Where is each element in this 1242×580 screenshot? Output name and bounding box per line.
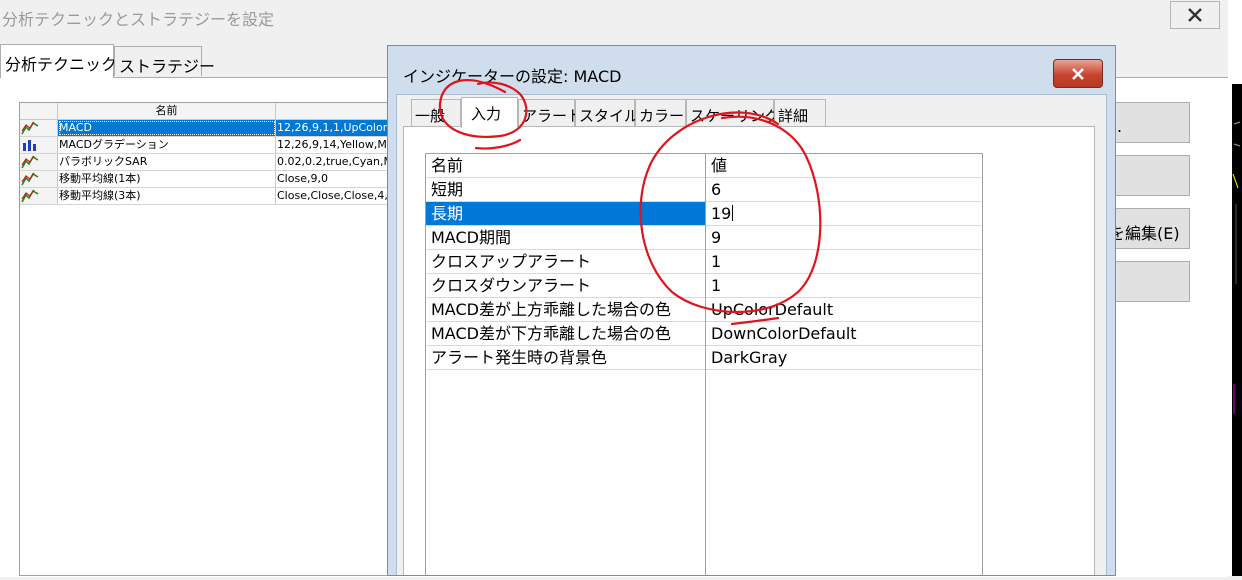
tab-analysis-technique[interactable]: 分析テクニック <box>0 44 117 78</box>
list-item[interactable]: 移動平均線(3本) Close,Close,Close,4,9 <box>20 188 398 205</box>
list-item[interactable]: MACD 12,26,9,1,1,UpColorD <box>20 120 398 137</box>
grid-row[interactable]: MACD差が上方乖離した場合の色 UpColorDefault <box>426 298 982 322</box>
line-indicator-icon <box>20 171 58 187</box>
grid-header-value: 値 <box>711 156 728 175</box>
tab-alert[interactable]: アラート <box>518 99 582 126</box>
text-caret <box>732 205 734 221</box>
grid-row-value[interactable]: UpColorDefault <box>706 298 982 321</box>
property-grid[interactable]: 名前 値 短期 6 長期 19 MACD期間 9 クロスアップアラート 1 クロ… <box>425 153 983 575</box>
grid-row[interactable]: 短期 6 <box>426 178 982 202</box>
grid-row-name: MACD差が下方乖離した場合の色 <box>431 324 671 343</box>
grid-header: 名前 値 <box>426 154 982 178</box>
list-header-name[interactable]: 名前 <box>58 103 276 120</box>
bar-indicator-icon <box>20 137 58 153</box>
grid-row[interactable]: MACD差が下方乖離した場合の色 DownColorDefault <box>426 322 982 346</box>
list-item-params: 12,26,9,1,1,UpColorD <box>276 120 398 136</box>
list-item-name: 移動平均線(1本) <box>58 171 276 187</box>
tab-scaling[interactable]: スケーリング <box>686 99 780 126</box>
grid-row[interactable]: クロスアップアラート 1 <box>426 250 982 274</box>
grid-row-name: アラート発生時の背景色 <box>431 348 608 367</box>
grid-column-divider[interactable] <box>705 154 706 575</box>
grid-row-value[interactable]: 9 <box>706 226 982 249</box>
indicator-list[interactable]: 名前 MACD 12,26,9,1,1,UpColorD MACDグラデーション… <box>19 102 399 576</box>
dialog-close-button[interactable] <box>1053 59 1103 88</box>
grid-row-value-editor[interactable]: 19 <box>706 202 982 225</box>
list-item-params: 0.02,0.2,true,Cyan,Ma <box>277 155 399 168</box>
line-indicator-icon <box>20 120 58 136</box>
close-icon <box>1188 8 1202 22</box>
tab-color[interactable]: カラー <box>635 99 686 126</box>
indicator-settings-dialog: インジケーターの設定: MACD 一般 入力 アラート スタイル カラー スケー… <box>387 45 1116 576</box>
list-item-params: Close,Close,Close,4,9 <box>277 189 395 202</box>
grid-row-name: クロスアップアラート <box>431 252 592 271</box>
grid-row-value[interactable]: DownColorDefault <box>706 322 982 345</box>
grid-row-value[interactable]: 19 <box>711 204 731 223</box>
grid-row-value[interactable]: DarkGray <box>706 346 982 369</box>
grid-header-name: 名前 <box>431 156 464 175</box>
list-item-name: 移動平均線(3本) <box>58 188 276 204</box>
grid-row-name: 短期 <box>431 180 464 199</box>
line-indicator-icon <box>20 188 58 204</box>
grid-row-value[interactable]: 1 <box>706 274 982 297</box>
chart-background <box>1232 84 1242 576</box>
tab-details[interactable]: 詳細 <box>774 99 826 126</box>
line-indicator-icon <box>20 154 58 170</box>
window-title: 分析テクニックとストラテジーを設定 <box>2 10 275 29</box>
list-item-params: Close,9,0 <box>277 172 328 185</box>
grid-row-name: MACD差が上方乖離した場合の色 <box>431 300 671 319</box>
grid-row-name: MACD期間 <box>431 228 511 247</box>
list-item-params: 12,26,9,14,Yellow,Ma <box>277 138 394 151</box>
grid-row[interactable]: 長期 19 <box>426 202 982 226</box>
grid-row-name: 長期 <box>426 202 705 225</box>
tab-general[interactable]: 一般 <box>411 99 461 126</box>
grid-row[interactable]: クロスダウンアラート 1 <box>426 274 982 298</box>
tab-style[interactable]: スタイル <box>575 99 639 126</box>
dialog-title: インジケーターの設定: MACD <box>403 67 622 86</box>
list-item-name: MACDグラデーション <box>58 137 276 153</box>
grid-row[interactable]: MACD期間 9 <box>426 226 982 250</box>
grid-row-name: クロスダウンアラート <box>431 276 592 295</box>
list-header-icon-column[interactable] <box>20 103 58 120</box>
grid-row[interactable]: アラート発生時の背景色 DarkGray <box>426 346 982 370</box>
list-item-name: MACD <box>58 120 276 136</box>
list-item[interactable]: 移動平均線(1本) Close,9,0 <box>20 171 398 188</box>
window-close-button[interactable] <box>1170 1 1220 29</box>
list-item[interactable]: パラボリックSAR 0.02,0.2,true,Cyan,Ma <box>20 154 399 171</box>
list-item-name: パラボリックSAR <box>58 154 276 170</box>
tab-strategy[interactable]: ストラテジー <box>114 46 215 76</box>
list-header-params[interactable] <box>276 103 398 120</box>
tab-input[interactable]: 入力 <box>461 97 518 128</box>
close-icon <box>1072 67 1084 80</box>
grid-row-value[interactable]: 1 <box>706 250 982 273</box>
list-item[interactable]: MACDグラデーション 12,26,9,14,Yellow,Ma <box>20 137 398 154</box>
grid-row-value[interactable]: 6 <box>706 178 982 201</box>
